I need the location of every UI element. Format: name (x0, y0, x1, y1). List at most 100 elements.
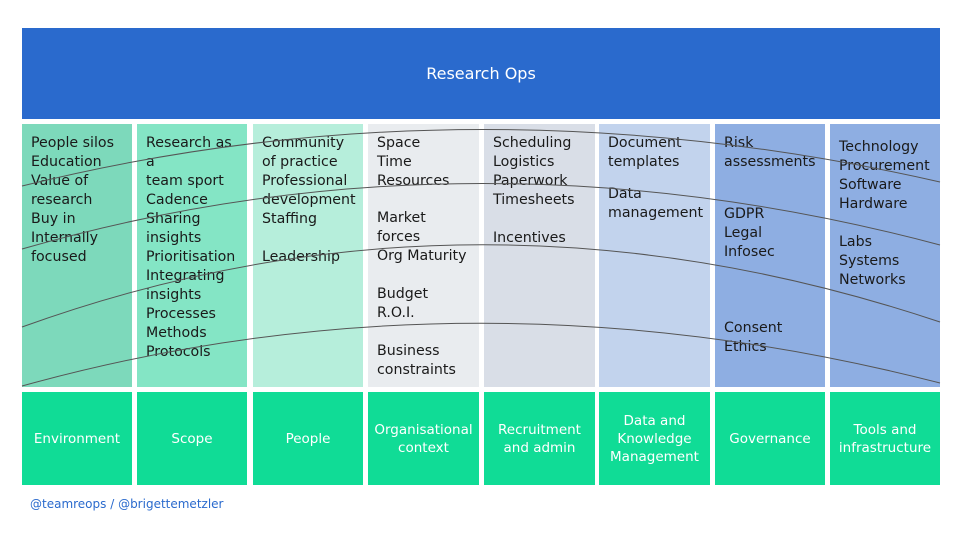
column-item: Time (377, 154, 412, 170)
base-label: Data and Knowledge Management (610, 412, 699, 465)
column-data-and-knowledge: Document templates Data management (599, 124, 710, 387)
column-group: Data management (608, 185, 704, 223)
column-scope: Research as a team sport Cadence Sharing ins… (137, 124, 247, 387)
column-item: Value of (31, 173, 89, 189)
column-organisational-context: Space Time Resources Market forces Org Matur… (368, 124, 479, 387)
column-group: Community of practice Professional developm… (262, 134, 356, 229)
column-item: Internally (31, 230, 99, 246)
base-label: Recruitment and admin (498, 421, 581, 456)
column-group: Business constraints (377, 342, 471, 380)
column-governance: Risk assessments GDPR Legal Infosec Consent Et… (715, 124, 825, 387)
column-item: Legal (724, 225, 763, 241)
column-item: Technology (839, 139, 919, 155)
column-item: Timesheets (493, 192, 575, 208)
column-group: People silos Education Value of research Buy… (31, 134, 124, 267)
column-item: Systems (839, 253, 900, 269)
footer-credit[interactable]: @teamreops / @brigettemetzler (30, 497, 223, 511)
column-item: Data (608, 186, 642, 202)
base-block-data-and-knowledge: Data and Knowledge Management (599, 392, 710, 485)
column-item: Staffing (262, 211, 317, 227)
column-item: Market forces (377, 210, 426, 245)
column-item: Education (31, 154, 102, 170)
column-item: Ethics (724, 339, 767, 355)
column-item: of practice (262, 154, 338, 170)
base-label: Tools and infrastructure (838, 421, 932, 456)
base-label: Governance (729, 430, 811, 447)
column-recruitment-and-admin: Scheduling Logistics Paperwork Timesheets In… (484, 124, 595, 387)
column-item: team sport (146, 173, 224, 189)
base-label: Environment (33, 430, 121, 447)
column-item: Community (262, 135, 345, 151)
column-item: Hardware (839, 196, 908, 212)
column-item: Business (377, 343, 440, 359)
column-group: GDPR Legal Infosec (724, 205, 817, 262)
column-item: Scheduling (493, 135, 572, 151)
column-group: Budget R.O.I. (377, 285, 471, 323)
column-item: insights (146, 287, 202, 303)
column-item: Leadership (262, 249, 340, 265)
column-item: management (608, 205, 704, 221)
base-block-recruitment-and-admin: Recruitment and admin (484, 392, 595, 485)
column-group: Technology Procurement Software Hardware (839, 138, 932, 214)
column-item: Document (608, 135, 682, 151)
column-group: Risk assessments (724, 134, 817, 172)
column-item: Labs (839, 234, 872, 250)
column-group: Market forces Org Maturity (377, 209, 471, 266)
column-item: Logistics (493, 154, 555, 170)
column-group: Space Time Resources (377, 134, 471, 191)
column-item: Protocols (146, 344, 211, 360)
column-item: Resources (377, 173, 450, 189)
column-group: Leadership (262, 248, 355, 267)
column-item: Space (377, 135, 421, 151)
base-label: Scope (171, 430, 213, 447)
column-group: Research as a team sport Cadence Sharing ins… (146, 134, 239, 362)
column-item: Sharing (146, 211, 201, 227)
column-item: Procurement (839, 158, 930, 174)
column-item: focused (31, 249, 87, 265)
column-item: Processes (146, 306, 216, 322)
base-block-governance: Governance (715, 392, 825, 485)
column-group: Document templates (608, 134, 702, 172)
banner: Research Ops (22, 28, 940, 119)
base-block-environment: Environment (22, 392, 132, 485)
column-item: development (262, 192, 356, 208)
column-item: Org Maturity (377, 248, 467, 264)
base-label: Organisational context (374, 421, 473, 456)
column-item: assessments (724, 154, 816, 170)
column-item: templates (608, 154, 680, 170)
column-group: Incentives (493, 229, 587, 248)
column-item: Budget (377, 286, 429, 302)
column-environment: People silos Education Value of research Buy… (22, 124, 132, 387)
column-item: Networks (839, 272, 906, 288)
column-item: R.O.I. (377, 305, 415, 321)
column-group: Scheduling Logistics Paperwork Timesheets (493, 134, 587, 210)
column-item: GDPR (724, 206, 765, 222)
column-item: Cadence (146, 192, 208, 208)
column-group: Consent Ethics (724, 319, 817, 357)
column-item: Prioritisation (146, 249, 236, 265)
column-item: Paperwork (493, 173, 568, 189)
column-item: Software (839, 177, 902, 193)
column-item: Incentives (493, 230, 566, 246)
column-item: Integrating (146, 268, 225, 284)
column-people: Community of practice Professional developm… (253, 124, 363, 387)
column-group: Labs Systems Networks (839, 233, 932, 290)
column-item: People silos (31, 135, 114, 151)
column-item: Risk (724, 135, 754, 151)
column-item: insights (146, 230, 202, 246)
base-block-organisational-context: Organisational context (368, 392, 479, 485)
base-block-scope: Scope (137, 392, 247, 485)
column-item: research (31, 192, 93, 208)
column-item: Methods (146, 325, 207, 341)
column-item: Buy in (31, 211, 76, 227)
column-item: Consent (724, 320, 783, 336)
column-item: Professional (262, 173, 348, 189)
banner-title: Research Ops (426, 64, 536, 83)
base-block-people: People (253, 392, 363, 485)
base-block-tools-and-infrastructure: Tools and infrastructure (830, 392, 940, 485)
column-item: constraints (377, 362, 456, 378)
column-item: Research as a (146, 135, 232, 170)
column-tools-and-infrastructure: Technology Procurement Software Hardware Lab… (830, 124, 940, 387)
column-item: Infosec (724, 244, 775, 260)
base-label: People (285, 430, 331, 447)
